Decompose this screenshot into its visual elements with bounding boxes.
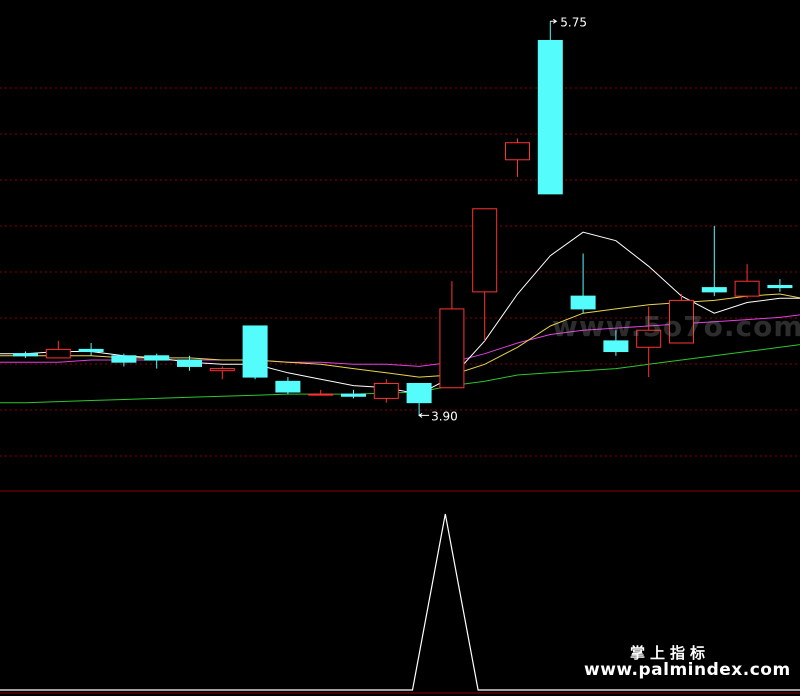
candle-body (111, 355, 137, 363)
candles (13, 21, 793, 416)
candle-body (45, 348, 71, 359)
ma60-line (0, 342, 800, 404)
low-arrow (418, 413, 430, 418)
candle-body (734, 280, 760, 297)
candle (537, 21, 563, 195)
candle-body (308, 393, 334, 396)
candle-body (767, 284, 793, 289)
candle-body (505, 142, 530, 161)
candle-body (177, 359, 202, 367)
candle-body (472, 208, 498, 293)
candle-body (373, 382, 399, 399)
candle-body (242, 325, 268, 378)
candle-body (209, 368, 235, 372)
candle (734, 264, 760, 299)
candle (242, 325, 268, 380)
candle (111, 353, 137, 367)
candle (144, 353, 170, 369)
high-price-label: 5.75 (560, 15, 587, 29)
candle (570, 253, 596, 314)
candle (373, 379, 399, 403)
candle-body (13, 353, 38, 357)
candle (341, 389, 366, 399)
candle (308, 389, 334, 396)
faint-watermark: www.5o7o.com (552, 310, 800, 343)
candlestick-chart-svg: 5.75 3.90 (0, 15, 800, 694)
candle-body (275, 380, 301, 393)
low-price-label: 3.90 (431, 409, 458, 423)
candle-body (78, 348, 104, 353)
candle-body (570, 295, 596, 310)
stock-chart: 5.75 3.90 www.5o7o.com 掌上指标 www.palminde… (0, 0, 800, 696)
candle (45, 340, 71, 359)
candle (406, 382, 432, 416)
candle (13, 351, 38, 358)
candle-body (341, 393, 366, 397)
candle-body (701, 287, 727, 293)
candle (275, 377, 301, 395)
candle (505, 138, 530, 177)
candle (472, 208, 498, 341)
candle-body (144, 355, 170, 361)
candle (701, 225, 727, 297)
candle-body (537, 39, 563, 195)
candle (439, 281, 465, 389)
watermark-url-text: www.palmindex.com (584, 660, 791, 680)
high-arrow (550, 18, 558, 24)
candle (209, 366, 235, 380)
candle-body (406, 382, 432, 404)
candle-body (439, 308, 465, 389)
candle (767, 279, 793, 292)
candle (78, 343, 104, 356)
